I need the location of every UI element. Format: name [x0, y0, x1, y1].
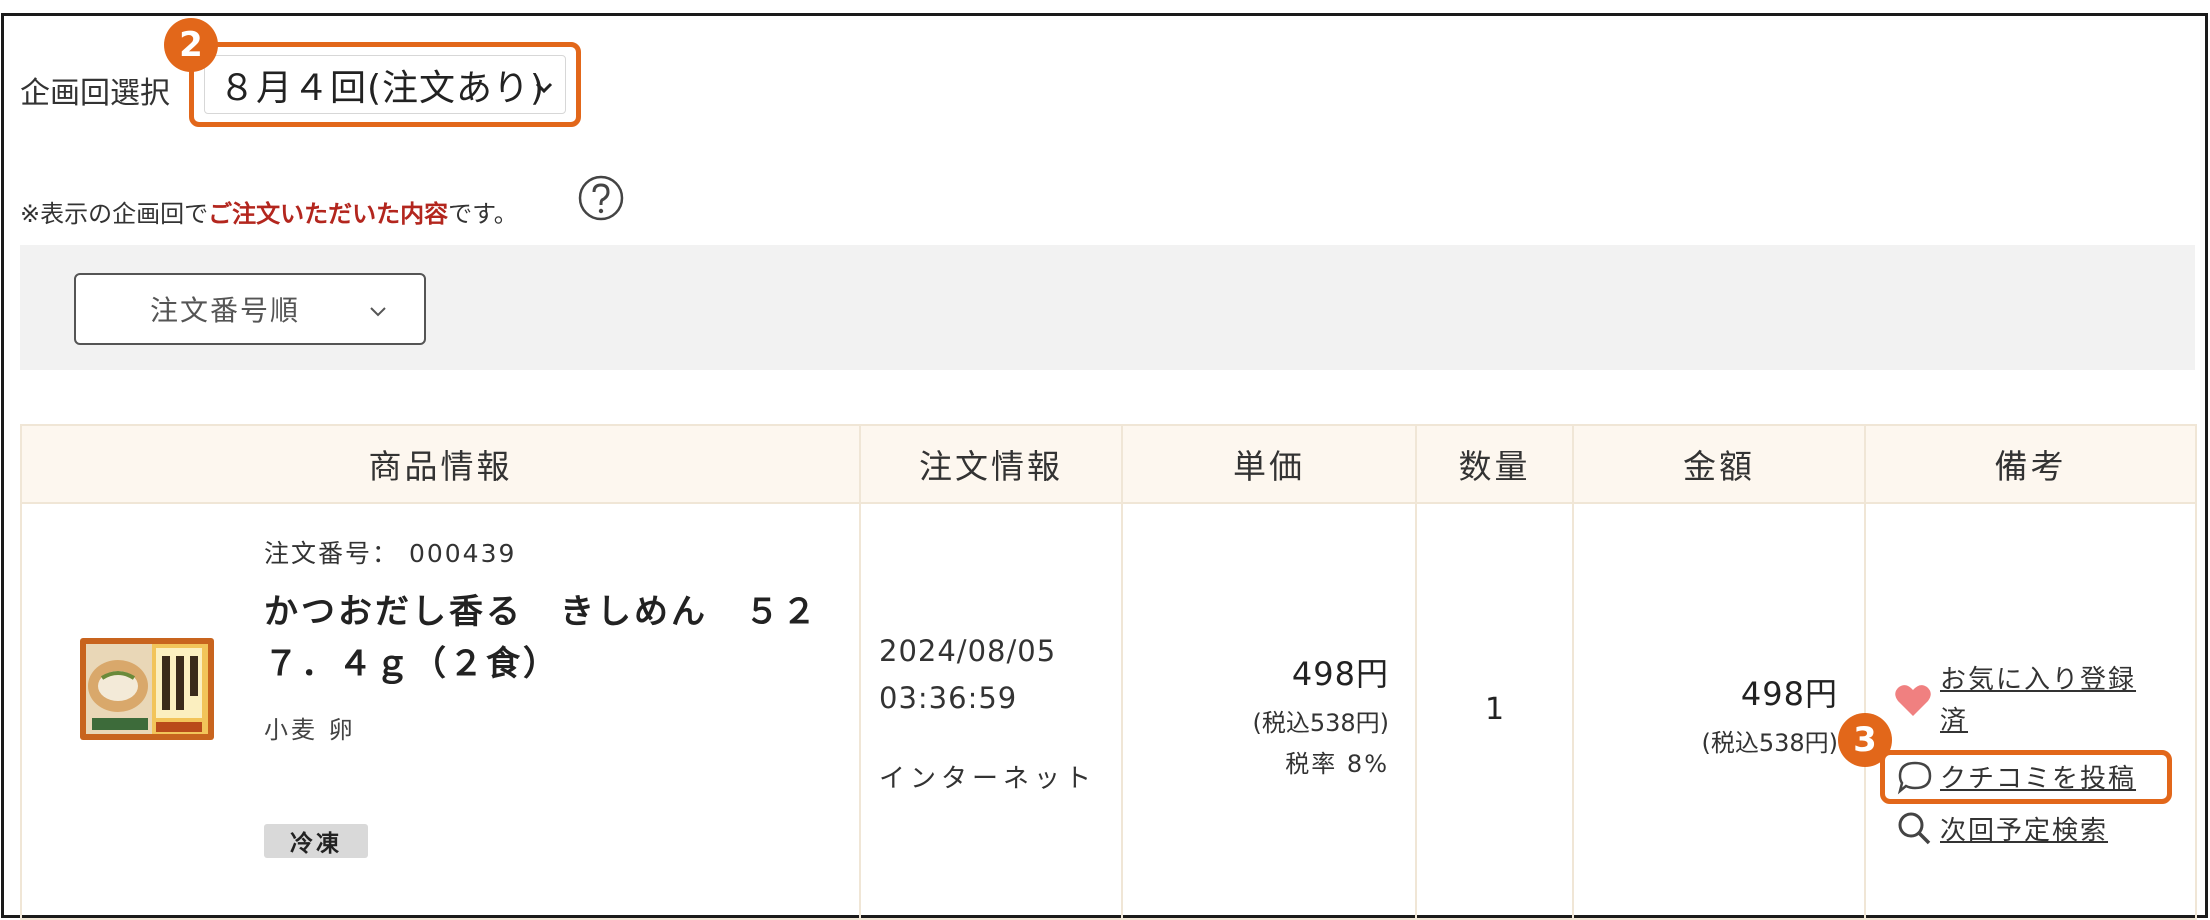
- notice-emphasis: ご注文いただいた内容: [208, 200, 449, 228]
- session-select-value: ８月４回(注文あり): [219, 67, 546, 109]
- post-review-link[interactable]: クチコミを投稿: [1940, 758, 2136, 795]
- table-row: 注文番号： 000439 かつおだし香る きしめん ５２７．４ｇ（２食） 小麦 …: [20, 502, 2197, 920]
- unit-price-cell: 498円 (税込538円) 税率 8%: [1121, 502, 1417, 920]
- order-channel: インターネット: [879, 764, 1097, 794]
- product-image[interactable]: [72, 634, 222, 744]
- order-datetime: 2024/08/05 03:36:59: [879, 628, 1056, 722]
- header-product-info: 商品情報: [20, 424, 861, 504]
- session-select-highlight: ８月４回(注文あり): [189, 42, 581, 127]
- product-name[interactable]: かつおだし香る きしめん ５２７．４ｇ（２食）: [264, 586, 824, 690]
- amount: 498円: [1740, 675, 1838, 713]
- order-number: 注文番号： 000439: [264, 539, 517, 568]
- header-amount: 金額: [1572, 424, 1866, 504]
- header-quantity: 数量: [1415, 424, 1574, 504]
- sort-order-select[interactable]: 注文番号順: [74, 273, 426, 345]
- next-schedule-search-link[interactable]: 次回予定検索: [1940, 810, 2108, 847]
- favorite-link-continued[interactable]: 済: [1940, 700, 1968, 737]
- order-info-cell: 2024/08/05 03:36:59 インターネット: [859, 502, 1123, 920]
- chat-bubble-icon: [1897, 761, 1932, 795]
- heart-icon: [1895, 685, 1931, 716]
- unit-price-tax: (税込538円): [1252, 709, 1389, 737]
- amount-cell: 498円 (税込538円): [1572, 502, 1866, 920]
- quantity-cell: 1: [1415, 502, 1574, 920]
- order-time: 03:36:59: [879, 681, 1018, 715]
- chevron-down-icon: [370, 307, 386, 317]
- product-info-cell: 注文番号： 000439 かつおだし香る きしめん ５２７．４ｇ（２食） 小麦 …: [20, 502, 861, 920]
- session-select[interactable]: ８月４回(注文あり): [204, 55, 566, 114]
- amount-box: 498円 (税込538円): [1701, 669, 1838, 758]
- unit-price: 498円: [1291, 655, 1389, 693]
- remarks-cell: お気に入り登録 済 クチコミを投稿 次回予定検索: [1864, 502, 2197, 920]
- allergen-info: 小麦 卵: [264, 716, 356, 744]
- order-history-panel: 企画回選択 ８月４回(注文あり) 2 ※表示の企画回でご注文いただいた内容です。…: [1, 13, 2208, 920]
- table-header-row: 商品情報 注文情報 単価 数量 金額 備考: [20, 424, 2197, 504]
- session-select-label: 企画回選択: [20, 76, 170, 111]
- notice-suffix: です。: [448, 200, 518, 228]
- tax-rate: 税率 8%: [1285, 750, 1389, 778]
- favorite-link[interactable]: お気に入り登録: [1940, 659, 2136, 696]
- sort-order-value: 注文番号順: [149, 294, 300, 327]
- header-order-info: 注文情報: [859, 424, 1123, 504]
- order-table: 商品情報 注文情報 単価 数量 金額 備考 注文番号： 000439 かつおだし…: [20, 424, 2197, 920]
- notice-text: ※表示の企画回でご注文いただいた内容です。: [20, 194, 518, 229]
- header-remarks: 備考: [1864, 424, 2197, 504]
- help-icon[interactable]: [577, 174, 625, 222]
- search-icon: [1898, 812, 1931, 845]
- quantity: 1: [1484, 692, 1505, 727]
- notice-prefix: ※表示の企画回で: [20, 200, 209, 228]
- header-unit-price: 単価: [1121, 424, 1417, 504]
- step-badge-3: 3: [1838, 713, 1892, 767]
- storage-tag: 冷凍: [264, 824, 368, 858]
- order-date: 2024/08/05: [879, 634, 1057, 668]
- chevron-down-icon: [535, 82, 553, 94]
- sort-bar: 注文番号順: [20, 245, 2195, 370]
- unit-price-box: 498円 (税込538円) 税率 8%: [1252, 649, 1389, 779]
- amount-tax: (税込538円): [1701, 729, 1838, 757]
- step-badge-2: 2: [164, 18, 218, 72]
